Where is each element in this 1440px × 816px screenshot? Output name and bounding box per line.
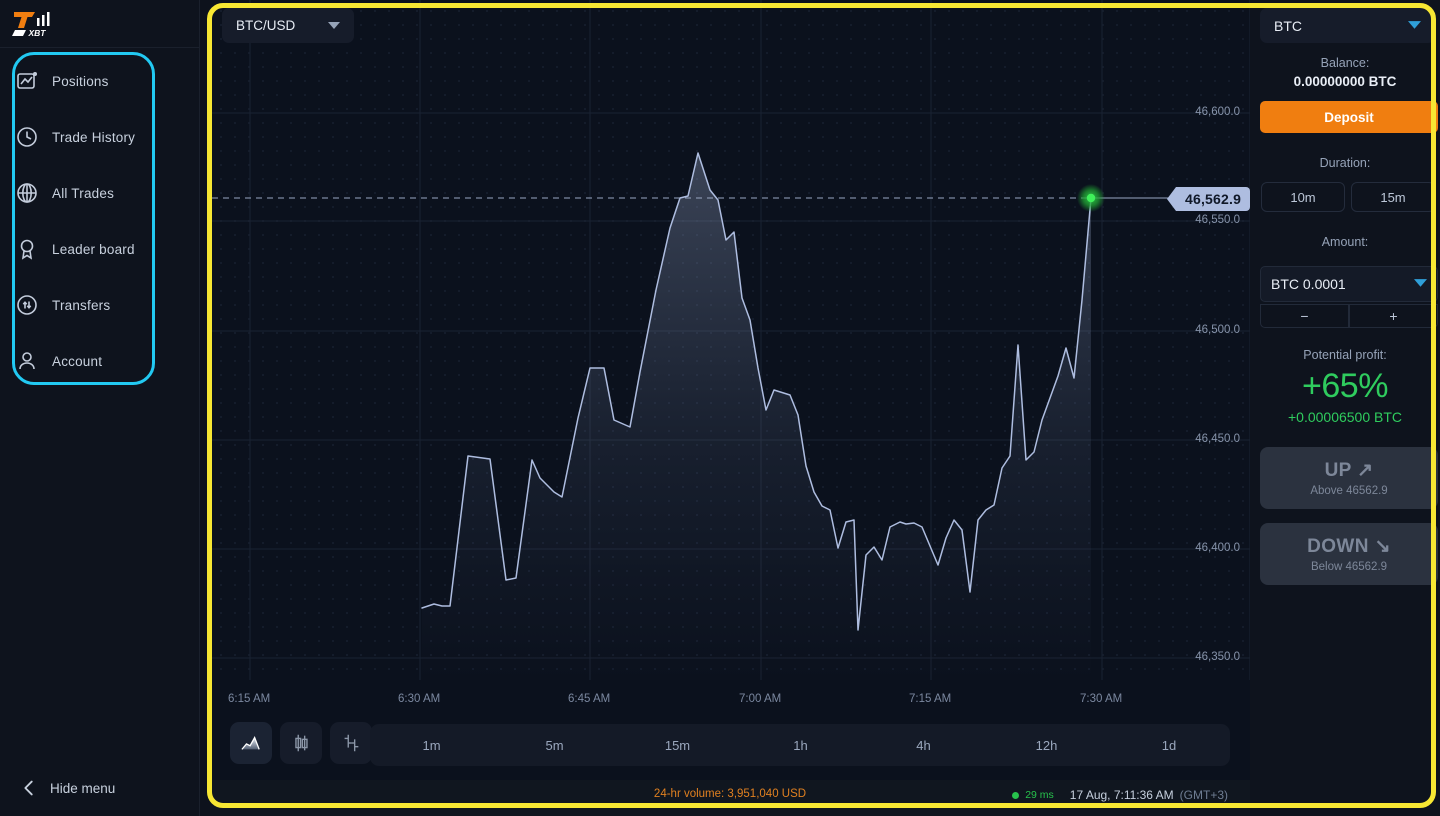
up-trade-button[interactable]: UP ↗ Above 46562.9 (1260, 447, 1438, 509)
time-tick: 7:15 AM (909, 693, 952, 705)
down-button-sublabel: Below 46562.9 (1310, 561, 1388, 573)
amount-increment-button[interactable]: + (1349, 304, 1438, 328)
timeframe-5m[interactable]: 5m (493, 724, 616, 766)
current-price-badge: 46,562.9 (1167, 187, 1251, 211)
txbt-logo: XBT (12, 12, 50, 38)
sidebar-item-label: Positions (52, 73, 109, 89)
amount-select[interactable]: BTC 0.0001 (1260, 266, 1438, 302)
potential-profit-label: Potential profit: (1303, 348, 1387, 362)
sidebar-item-label: Account (52, 353, 103, 369)
user-icon (14, 348, 40, 374)
status-bar: 24-hr volume: 3,951,040 USD 29 ms 17 Aug… (210, 780, 1250, 816)
timeframe-12h[interactable]: 12h (985, 724, 1108, 766)
price-badge-pointer (1167, 187, 1176, 211)
sidebar-item-label: All Trades (52, 185, 115, 201)
potential-profit-percent: +65% (1302, 367, 1388, 405)
sidebar-item-trade-history[interactable]: Trade History (8, 117, 138, 157)
connection-status-dot (1012, 791, 1020, 799)
clock-text: 17 Aug, 7:11:36 AM (1069, 788, 1174, 802)
asset-select[interactable]: BTC (1260, 8, 1435, 43)
latency-text: 29 ms (1025, 789, 1054, 801)
up-button-label: UP ↗ (1324, 460, 1374, 481)
price-tick: 46,550.0 (1195, 214, 1240, 226)
sidebar-item-label: Transfers (52, 297, 111, 313)
chevron-down-icon (1408, 17, 1421, 35)
asset-label: BTC (1274, 17, 1302, 34)
chart-frame-icon (14, 68, 40, 94)
price-tick: 46,400.0 (1195, 542, 1240, 554)
sidebar: XBT Positions Trade History All Trades L… (0, 0, 200, 816)
amount-value: BTC 0.0001 (1271, 276, 1346, 292)
timeframe-1d[interactable]: 1d (1108, 724, 1230, 766)
award-icon (14, 236, 40, 262)
candlestick-chart-type-button[interactable] (280, 722, 322, 764)
time-tick: 7:00 AM (739, 693, 782, 705)
timeframe-4h[interactable]: 4h (862, 724, 985, 766)
sidebar-item-account[interactable]: Account (8, 341, 138, 381)
time-tick: 6:45 AM (568, 693, 611, 705)
sidebar-item-positions[interactable]: Positions (8, 61, 138, 101)
candlestick-icon (295, 734, 308, 752)
chevron-left-icon (18, 777, 40, 799)
price-badge-value: 46,562.9 (1176, 187, 1251, 211)
sidebar-item-all-trades[interactable]: All Trades (8, 173, 138, 213)
time-tick: 6:30 AM (398, 693, 441, 705)
trading-pair-label: BTC/USD (236, 18, 296, 33)
timezone-text: (GMT+3) (1179, 788, 1228, 802)
price-chart[interactable] (210, 0, 1250, 680)
svg-text:XBT: XBT (28, 28, 47, 38)
timeframe-bar: 1m 5m 15m 1h 4h 12h 1d (370, 724, 1230, 766)
logo-area: XBT (0, 0, 200, 48)
time-tick: 7:30 AM (1080, 693, 1123, 705)
chevron-down-icon (328, 17, 340, 35)
trade-panel: BTC Balance: 0.00000000 BTC Deposit Dura… (1250, 0, 1440, 816)
amount-label: Amount: (1321, 235, 1369, 249)
balance-label: Balance: (1320, 56, 1370, 70)
price-tick: 46,500.0 (1195, 324, 1240, 336)
globe-icon (14, 180, 40, 206)
arrow-up-right-icon: ↗ (1357, 460, 1374, 481)
bar-chart-type-button[interactable] (330, 722, 372, 764)
chart-region: 46,600.0 46,550.0 46,500.0 46,450.0 46,4… (210, 0, 1250, 816)
sidebar-item-leader-board[interactable]: Leader board (8, 229, 138, 269)
trading-pair-select[interactable]: BTC/USD (222, 8, 354, 43)
chart-toolbar: 1m 5m 15m 1h 4h 12h 1d (210, 722, 1250, 772)
latency-group: 29 ms 17 Aug, 7:11:36 AM (GMT+3) (1012, 788, 1228, 802)
down-button-label: DOWN ↘ (1307, 536, 1391, 557)
clock-icon (14, 124, 40, 150)
timeframe-1m[interactable]: 1m (370, 724, 493, 766)
area-chart-type-button[interactable] (230, 722, 272, 764)
hide-menu-button[interactable]: Hide menu (18, 772, 115, 804)
ohlc-bar-icon (344, 734, 359, 752)
balance-value: 0.00000000 BTC (1293, 74, 1397, 89)
price-axis: 46,600.0 46,550.0 46,500.0 46,450.0 46,4… (1195, 0, 1250, 680)
amount-decrement-button[interactable]: − (1260, 304, 1349, 328)
price-tick: 46,450.0 (1195, 433, 1240, 445)
down-trade-button[interactable]: DOWN ↘ Below 46562.9 (1260, 523, 1438, 585)
duration-10m-button[interactable]: 10m (1261, 182, 1345, 212)
trading-app-window: XBT Positions Trade History All Trades L… (0, 0, 1440, 816)
arrow-down-right-icon: ↘ (1374, 536, 1391, 557)
deposit-button[interactable]: Deposit (1260, 101, 1438, 133)
hide-menu-label: Hide menu (50, 780, 116, 796)
timeframe-15m[interactable]: 15m (616, 724, 739, 766)
sidebar-item-label: Leader board (52, 241, 135, 257)
sidebar-item-transfers[interactable]: Transfers (8, 285, 138, 325)
timeframe-1h[interactable]: 1h (739, 724, 862, 766)
sidebar-nav-highlight (12, 52, 155, 385)
up-button-sublabel: Above 46562.9 (1310, 485, 1388, 497)
time-tick: 6:15 AM (228, 693, 271, 705)
chevron-down-icon (1414, 275, 1427, 293)
potential-profit-amount: +0.00006500 BTC (1287, 409, 1403, 425)
duration-label: Duration: (1319, 156, 1371, 170)
duration-15m-button[interactable]: 15m (1351, 182, 1435, 212)
price-tick: 46,350.0 (1195, 651, 1240, 663)
price-tick: 46,600.0 (1195, 106, 1240, 118)
price-marker-dot (1086, 193, 1096, 203)
sidebar-item-label: Trade History (52, 129, 136, 145)
transfer-arrows-icon (14, 292, 40, 318)
area-chart-icon (241, 736, 260, 750)
